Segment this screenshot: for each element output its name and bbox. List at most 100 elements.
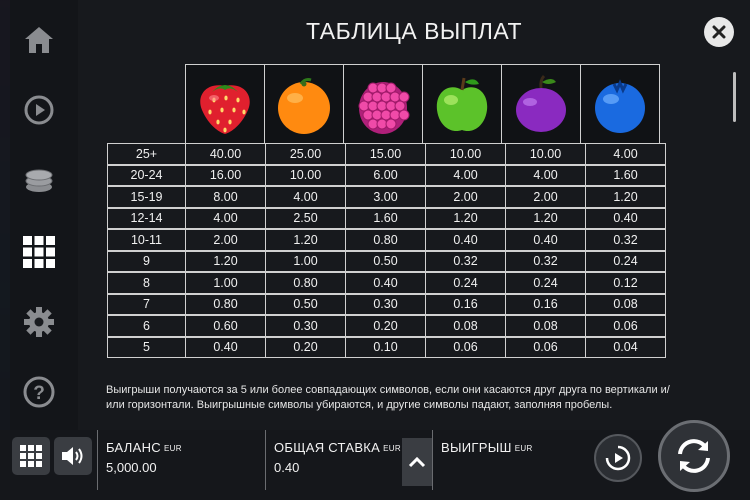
- payout-cell-plum: 0.40: [505, 229, 586, 251]
- payout-cell-strawberry: 16.00: [185, 164, 266, 186]
- balance-label: БАЛАНС: [106, 440, 161, 455]
- payout-cell-raspberry: 0.40: [345, 272, 426, 294]
- autoplay-button[interactable]: [594, 434, 642, 482]
- win-display: ВЫИГРЫШ EUR: [432, 430, 592, 490]
- grid-menu-icon: [20, 445, 42, 467]
- symbol-blueberry: [580, 64, 660, 144]
- payout-cell-plum: 0.08: [505, 315, 586, 337]
- payout-cell-raspberry: 0.50: [345, 250, 426, 272]
- symbol-count-cell: 8: [107, 272, 186, 294]
- table-row: 15-19 8.00 4.00 3.00 2.00 2.00 1.20: [107, 186, 666, 209]
- orange-icon: [278, 77, 330, 134]
- help-icon[interactable]: ?: [19, 372, 59, 412]
- payout-cell-orange: 0.30: [265, 315, 346, 337]
- payout-cell-blueberry: 0.40: [585, 207, 666, 229]
- table-row: 6 0.60 0.30 0.20 0.08 0.08 0.06: [107, 315, 666, 338]
- payout-cell-blueberry: 1.60: [585, 164, 666, 186]
- payout-cell-blueberry: 0.08: [585, 293, 666, 315]
- symbol-count-cell: 6: [107, 315, 186, 337]
- autoplay-icon[interactable]: [19, 90, 59, 130]
- payout-cell-plum: 2.00: [505, 186, 586, 208]
- coins-icon[interactable]: [19, 160, 59, 200]
- autoplay-icon: [605, 445, 631, 471]
- payout-cell-raspberry: 0.20: [345, 315, 426, 337]
- payout-cell-orange: 0.80: [265, 272, 346, 294]
- payout-cell-plum: 0.32: [505, 250, 586, 272]
- scrollbar[interactable]: [733, 72, 736, 122]
- strawberry-icon: [200, 84, 250, 134]
- spin-button[interactable]: [658, 420, 730, 492]
- balance-value: 5,000.00: [106, 460, 157, 475]
- table-row: 8 1.00 0.80 0.40 0.24 0.24 0.12: [107, 272, 666, 295]
- payout-cell-orange: 1.00: [265, 250, 346, 272]
- payout-cell-orange: 0.20: [265, 336, 346, 358]
- payout-cell-strawberry: 1.00: [185, 272, 266, 294]
- paytable-panel: ТАБЛИЦА ВЫПЛАТ 25+ 40.00 25.00 15.00 10.…: [78, 0, 750, 430]
- payout-cell-orange: 0.50: [265, 293, 346, 315]
- payout-cell-strawberry: 0.60: [185, 315, 266, 337]
- payout-cell-raspberry: 15.00: [345, 143, 426, 165]
- payout-cell-apple: 2.00: [425, 186, 506, 208]
- payout-cell-plum: 0.16: [505, 293, 586, 315]
- close-button[interactable]: [704, 17, 734, 47]
- payout-cell-apple: 0.40: [425, 229, 506, 251]
- payout-cell-plum: 0.24: [505, 272, 586, 294]
- symbol-count-cell: 9: [107, 250, 186, 272]
- rules-note: Выигрыши получаются за 5 или более совпа…: [106, 384, 670, 411]
- payout-cell-plum: 0.06: [505, 336, 586, 358]
- payout-cell-apple: 1.20: [425, 207, 506, 229]
- close-icon: [712, 25, 726, 39]
- sidebar: ?: [0, 0, 78, 430]
- balance-display: БАЛАНС EUR 5,000.00: [97, 430, 265, 490]
- payout-cell-blueberry: 0.12: [585, 272, 666, 294]
- speaker-icon: [62, 447, 83, 465]
- payout-grid: 25+ 40.00 25.00 15.00 10.00 10.00 4.00 20-24 16.…: [107, 143, 666, 359]
- payout-cell-blueberry: 0.24: [585, 250, 666, 272]
- raspberry-icon: [358, 81, 410, 134]
- win-currency: EUR: [514, 444, 533, 453]
- table-row: 25+ 40.00 25.00 15.00 10.00 10.00 4.00: [107, 143, 666, 166]
- payout-cell-strawberry: 1.20: [185, 250, 266, 272]
- payout-cell-strawberry: 40.00: [185, 143, 266, 165]
- payout-cell-strawberry: 2.00: [185, 229, 266, 251]
- payout-cell-plum: 4.00: [505, 164, 586, 186]
- sound-button[interactable]: [54, 437, 92, 475]
- table-row: 9 1.20 1.00 0.50 0.32 0.32 0.24: [107, 250, 666, 274]
- payout-cell-apple: 0.08: [425, 315, 506, 337]
- symbol-raspberry: [343, 64, 423, 144]
- payout-cell-orange: 1.20: [265, 229, 346, 251]
- home-icon[interactable]: [19, 20, 59, 60]
- payout-cell-blueberry: 0.32: [585, 229, 666, 251]
- chevron-up-icon: [408, 456, 426, 468]
- symbol-count-cell: 15-19: [107, 186, 186, 208]
- spin-arrows-icon: [678, 439, 710, 473]
- bet-currency: EUR: [383, 444, 401, 453]
- payout-cell-raspberry: 0.10: [345, 336, 426, 358]
- payout-cell-apple: 0.06: [425, 336, 506, 358]
- payout-cell-apple: 10.00: [425, 143, 506, 165]
- table-row: 12-14 4.00 2.50 1.60 1.20 1.20 0.40: [107, 207, 666, 231]
- payout-cell-strawberry: 0.40: [185, 336, 266, 358]
- payout-cell-blueberry: 0.04: [585, 336, 666, 358]
- payout-cell-raspberry: 1.60: [345, 207, 426, 229]
- bet-up-button[interactable]: [402, 438, 432, 486]
- menu-button[interactable]: [12, 437, 50, 475]
- payout-cell-orange: 4.00: [265, 186, 346, 208]
- payout-cell-orange: 2.50: [265, 207, 346, 229]
- paytable-grid-icon[interactable]: [19, 232, 59, 272]
- payout-cell-blueberry: 1.20: [585, 186, 666, 208]
- settings-gear-icon[interactable]: [19, 302, 59, 342]
- payout-cell-raspberry: 0.80: [345, 229, 426, 251]
- payout-cell-raspberry: 3.00: [345, 186, 426, 208]
- symbol-count-cell: 12-14: [107, 207, 186, 229]
- bottom-bar: БАЛАНС EUR 5,000.00 ОБЩАЯ СТАВКА EUR 0.40 …: [0, 420, 750, 500]
- symbol-header-row: [185, 64, 660, 144]
- bet-label: ОБЩАЯ СТАВКА: [274, 440, 381, 455]
- payout-cell-blueberry: 0.06: [585, 315, 666, 337]
- symbol-orange: [264, 64, 344, 144]
- table-row: 10-11 2.00 1.20 0.80 0.40 0.40 0.32: [107, 229, 666, 252]
- payout-cell-plum: 10.00: [505, 143, 586, 165]
- payout-cell-orange: 25.00: [265, 143, 346, 165]
- win-label: ВЫИГРЫШ: [441, 440, 512, 455]
- blueberry-icon: [595, 78, 645, 133]
